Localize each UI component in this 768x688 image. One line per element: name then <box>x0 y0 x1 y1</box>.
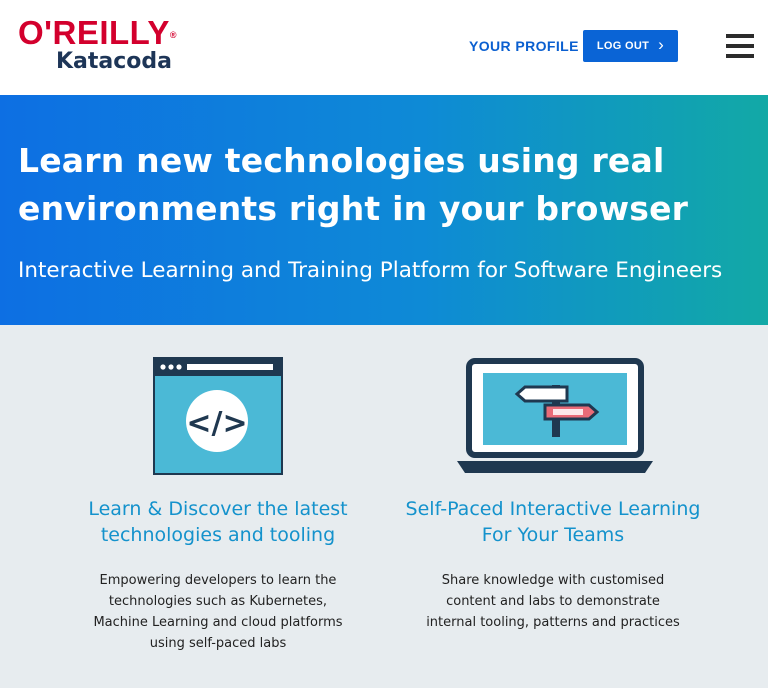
feature-title: Learn & Discover the latest technologies… <box>88 498 348 546</box>
logout-button[interactable]: LOG OUT › <box>583 30 678 62</box>
logo-brand: O'REILLY® <box>18 14 177 51</box>
logo[interactable]: O'REILLY® Katacoda <box>18 14 177 74</box>
hamburger-menu-icon[interactable] <box>726 34 754 58</box>
svg-text:</>: </> <box>186 406 247 441</box>
feature-description: Share knowledge with customised content … <box>426 573 680 630</box>
feature-description: Empowering developers to learn the techn… <box>93 573 343 651</box>
code-window-icon: </> <box>53 325 383 480</box>
hero-subtitle: Interactive Learning and Training Platfo… <box>18 258 723 283</box>
logout-label: LOG OUT <box>596 40 650 52</box>
feature-title: Self-Paced Interactive Learning For Your… <box>405 498 701 546</box>
laptop-signpost-icon <box>388 325 718 480</box>
logo-product: Katacoda <box>56 49 173 74</box>
site-header: O'REILLY® Katacoda YOUR PROFILE LOG OUT … <box>0 0 768 95</box>
chevron-right-icon: › <box>658 35 665 54</box>
feature-self-paced: Self-Paced Interactive Learning For Your… <box>388 325 718 633</box>
your-profile-link[interactable]: YOUR PROFILE <box>469 38 579 54</box>
hero-banner: Learn new technologies using real enviro… <box>0 95 768 325</box>
feature-learn-discover: </> Learn & Discover the latest technolo… <box>53 325 383 654</box>
hero-title: Learn new technologies using real enviro… <box>18 141 689 228</box>
